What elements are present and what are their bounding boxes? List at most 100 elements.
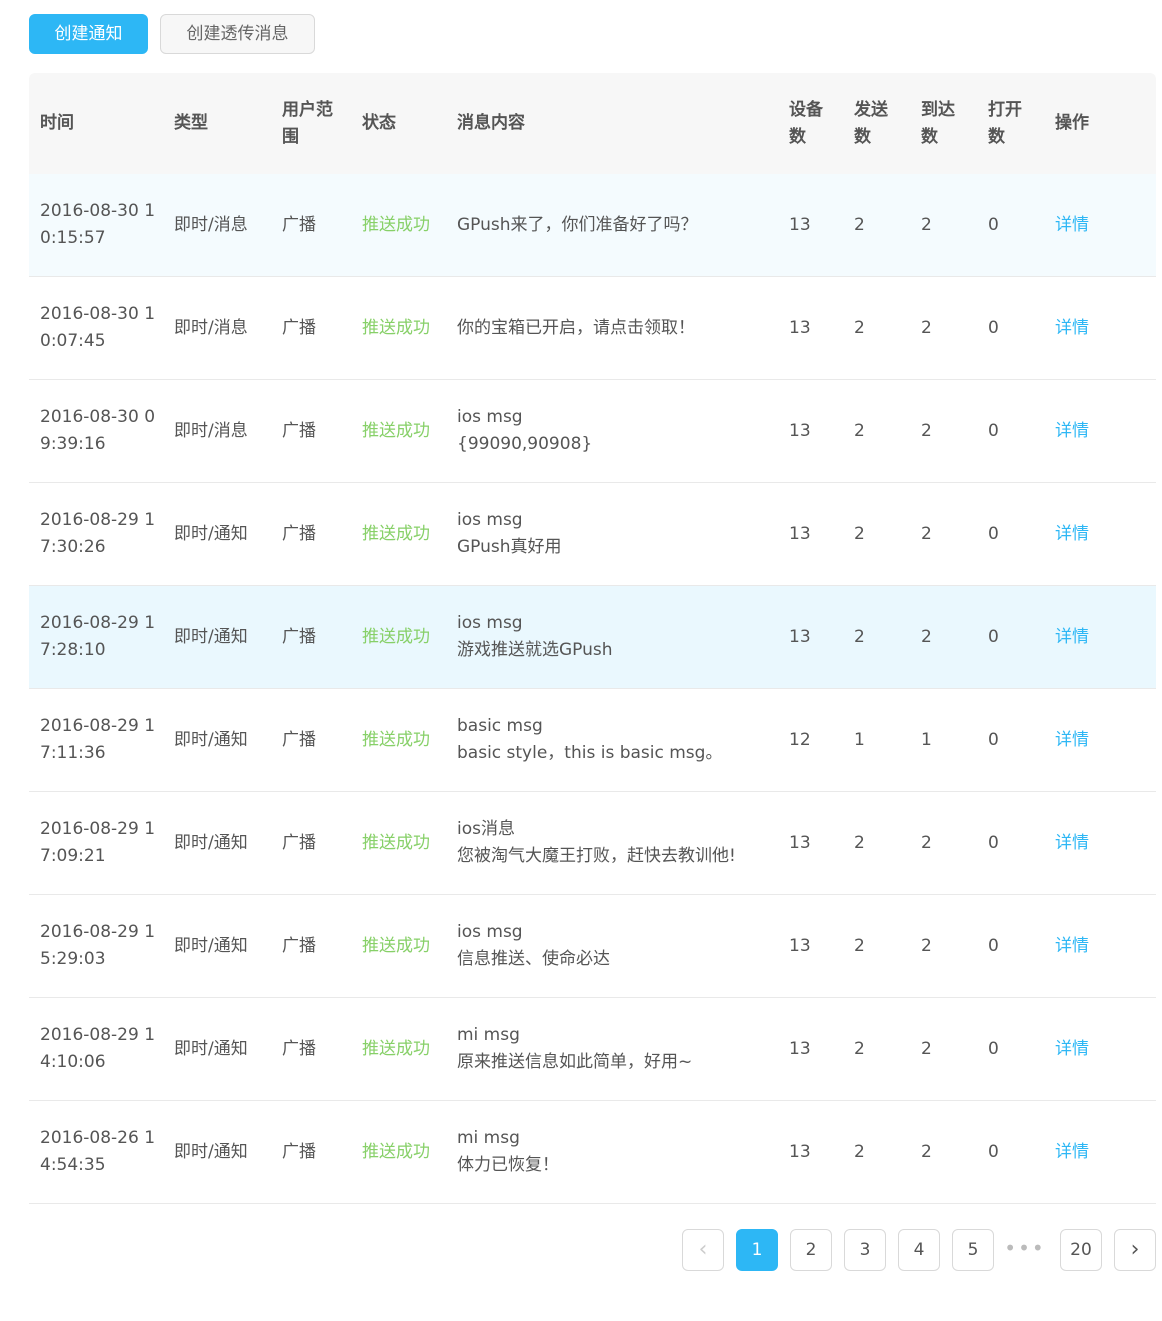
table-row: 2016-08-29 17:09:21 即时/通知 广播 推送成功 ios消息您… [29, 792, 1156, 895]
opened-cell: 0 [988, 935, 999, 956]
arrived-cell: 2 [921, 626, 932, 647]
detail-link[interactable]: 详情 [1055, 689, 1115, 791]
pagination-ellipsis[interactable]: ••• [1004, 1229, 1046, 1271]
time-cell: 2016-08-29 14:10:06 [40, 1025, 156, 1072]
message-cell: 你的宝箱已开启，请点击领取！ [457, 317, 695, 338]
arrived-cell: 2 [921, 214, 932, 235]
column-header-type: 类型 [174, 113, 208, 133]
scope-cell: 广播 [282, 626, 316, 647]
scope-cell: 广播 [282, 935, 316, 956]
devices-cell: 12 [789, 729, 811, 750]
message-cell: ios消息 您被淘气大魔王打败，赶快去教训他! [457, 819, 736, 866]
status-cell: 推送成功 [362, 523, 430, 544]
arrived-cell: 2 [921, 317, 932, 338]
page-3-button[interactable]: 3 [844, 1229, 886, 1271]
table-body: 2016-08-30 10:15:57 即时/消息 广播 推送成功 GPush来… [29, 174, 1156, 1204]
detail-link[interactable]: 详情 [1055, 586, 1115, 688]
devices-cell: 13 [789, 1038, 811, 1059]
table-row: 2016-08-26 14:54:35 即时/通知 广播 推送成功 mi msg… [29, 1101, 1156, 1204]
detail-link[interactable]: 详情 [1055, 895, 1115, 997]
status-cell: 推送成功 [362, 420, 430, 441]
create-notification-button[interactable]: 创建通知 [29, 14, 148, 54]
scope-cell: 广播 [282, 317, 316, 338]
detail-link[interactable]: 详情 [1055, 174, 1115, 276]
type-cell: 即时/通知 [174, 626, 248, 647]
arrived-cell: 2 [921, 832, 932, 853]
chevron-right-icon[interactable]: › [1114, 1229, 1156, 1271]
column-header-action: 操作 [1055, 113, 1089, 133]
opened-cell: 0 [988, 214, 999, 235]
table-row: 2016-08-30 10:15:57 即时/消息 广播 推送成功 GPush来… [29, 174, 1156, 277]
column-header-message: 消息内容 [457, 113, 525, 133]
table-row: 2016-08-29 17:30:26 即时/通知 广播 推送成功 ios ms… [29, 483, 1156, 586]
arrived-cell: 2 [921, 523, 932, 544]
arrived-cell: 2 [921, 420, 932, 441]
type-cell: 即时/通知 [174, 523, 248, 544]
detail-link[interactable]: 详情 [1055, 277, 1115, 379]
devices-cell: 13 [789, 1141, 811, 1162]
message-cell: ios msg {99090,90908} [457, 407, 593, 454]
arrived-cell: 2 [921, 1141, 932, 1162]
column-header-devices: 设备数 [789, 99, 823, 147]
chevron-left-icon[interactable]: ‹ [682, 1229, 724, 1271]
type-cell: 即时/消息 [174, 214, 248, 235]
page-5-button[interactable]: 5 [952, 1229, 994, 1271]
create-passthrough-message-button[interactable]: 创建透传消息 [160, 14, 315, 54]
sent-cell: 1 [854, 729, 865, 750]
page-4-button[interactable]: 4 [898, 1229, 940, 1271]
message-cell: GPush来了，你们准备好了吗？ [457, 214, 698, 235]
opened-cell: 0 [988, 1141, 999, 1162]
column-header-opened: 打开数 [988, 99, 1022, 147]
status-cell: 推送成功 [362, 1038, 430, 1059]
time-cell: 2016-08-29 17:28:10 [40, 613, 156, 660]
type-cell: 即时/消息 [174, 420, 248, 441]
sent-cell: 2 [854, 1038, 865, 1059]
message-cell: ios msg 游戏推送就选GPush [457, 613, 613, 660]
page-20-button[interactable]: 20 [1060, 1229, 1102, 1271]
devices-cell: 13 [789, 317, 811, 338]
scope-cell: 广播 [282, 1038, 316, 1059]
opened-cell: 0 [988, 832, 999, 853]
detail-link[interactable]: 详情 [1055, 380, 1115, 482]
sent-cell: 2 [854, 523, 865, 544]
sent-cell: 2 [854, 317, 865, 338]
sent-cell: 2 [854, 626, 865, 647]
column-header-sent: 发送数 [854, 99, 888, 147]
devices-cell: 13 [789, 420, 811, 441]
detail-link[interactable]: 详情 [1055, 1101, 1115, 1203]
table-row: 2016-08-30 10:07:45 即时/消息 广播 推送成功 你的宝箱已开… [29, 277, 1156, 380]
status-cell: 推送成功 [362, 317, 430, 338]
sent-cell: 2 [854, 214, 865, 235]
page-1-button[interactable]: 1 [736, 1229, 778, 1271]
message-cell: mi msg 体力已恢复！ [457, 1128, 559, 1175]
detail-link[interactable]: 详情 [1055, 998, 1115, 1100]
arrived-cell: 2 [921, 935, 932, 956]
message-cell: ios msg GPush真好用 [457, 510, 562, 557]
status-cell: 推送成功 [362, 1141, 430, 1162]
column-header-arrived: 到达数 [921, 99, 955, 147]
arrived-cell: 2 [921, 1038, 932, 1059]
type-cell: 即时/通知 [174, 1038, 248, 1059]
detail-link[interactable]: 详情 [1055, 792, 1115, 894]
table-header: 时间 类型 用户范围 状态 消息内容 设备数 发送数 到达数 打开数 操作 [29, 73, 1156, 174]
type-cell: 即时/通知 [174, 729, 248, 750]
detail-link[interactable]: 详情 [1055, 483, 1115, 585]
sent-cell: 2 [854, 420, 865, 441]
devices-cell: 13 [789, 214, 811, 235]
opened-cell: 0 [988, 420, 999, 441]
table-row: 2016-08-29 15:29:03 即时/通知 广播 推送成功 ios ms… [29, 895, 1156, 998]
opened-cell: 0 [988, 626, 999, 647]
opened-cell: 0 [988, 317, 999, 338]
sent-cell: 2 [854, 832, 865, 853]
time-cell: 2016-08-30 10:07:45 [40, 304, 156, 351]
scope-cell: 广播 [282, 1141, 316, 1162]
sent-cell: 2 [854, 1141, 865, 1162]
scope-cell: 广播 [282, 523, 316, 544]
table-row: 2016-08-29 17:11:36 即时/通知 广播 推送成功 basic … [29, 689, 1156, 792]
column-header-status: 状态 [362, 113, 396, 133]
time-cell: 2016-08-30 09:39:16 [40, 407, 156, 454]
devices-cell: 13 [789, 523, 811, 544]
pagination: ‹ 1 2 3 4 5 ••• 20 › [0, 1229, 1162, 1271]
page-2-button[interactable]: 2 [790, 1229, 832, 1271]
time-cell: 2016-08-29 17:09:21 [40, 819, 156, 866]
